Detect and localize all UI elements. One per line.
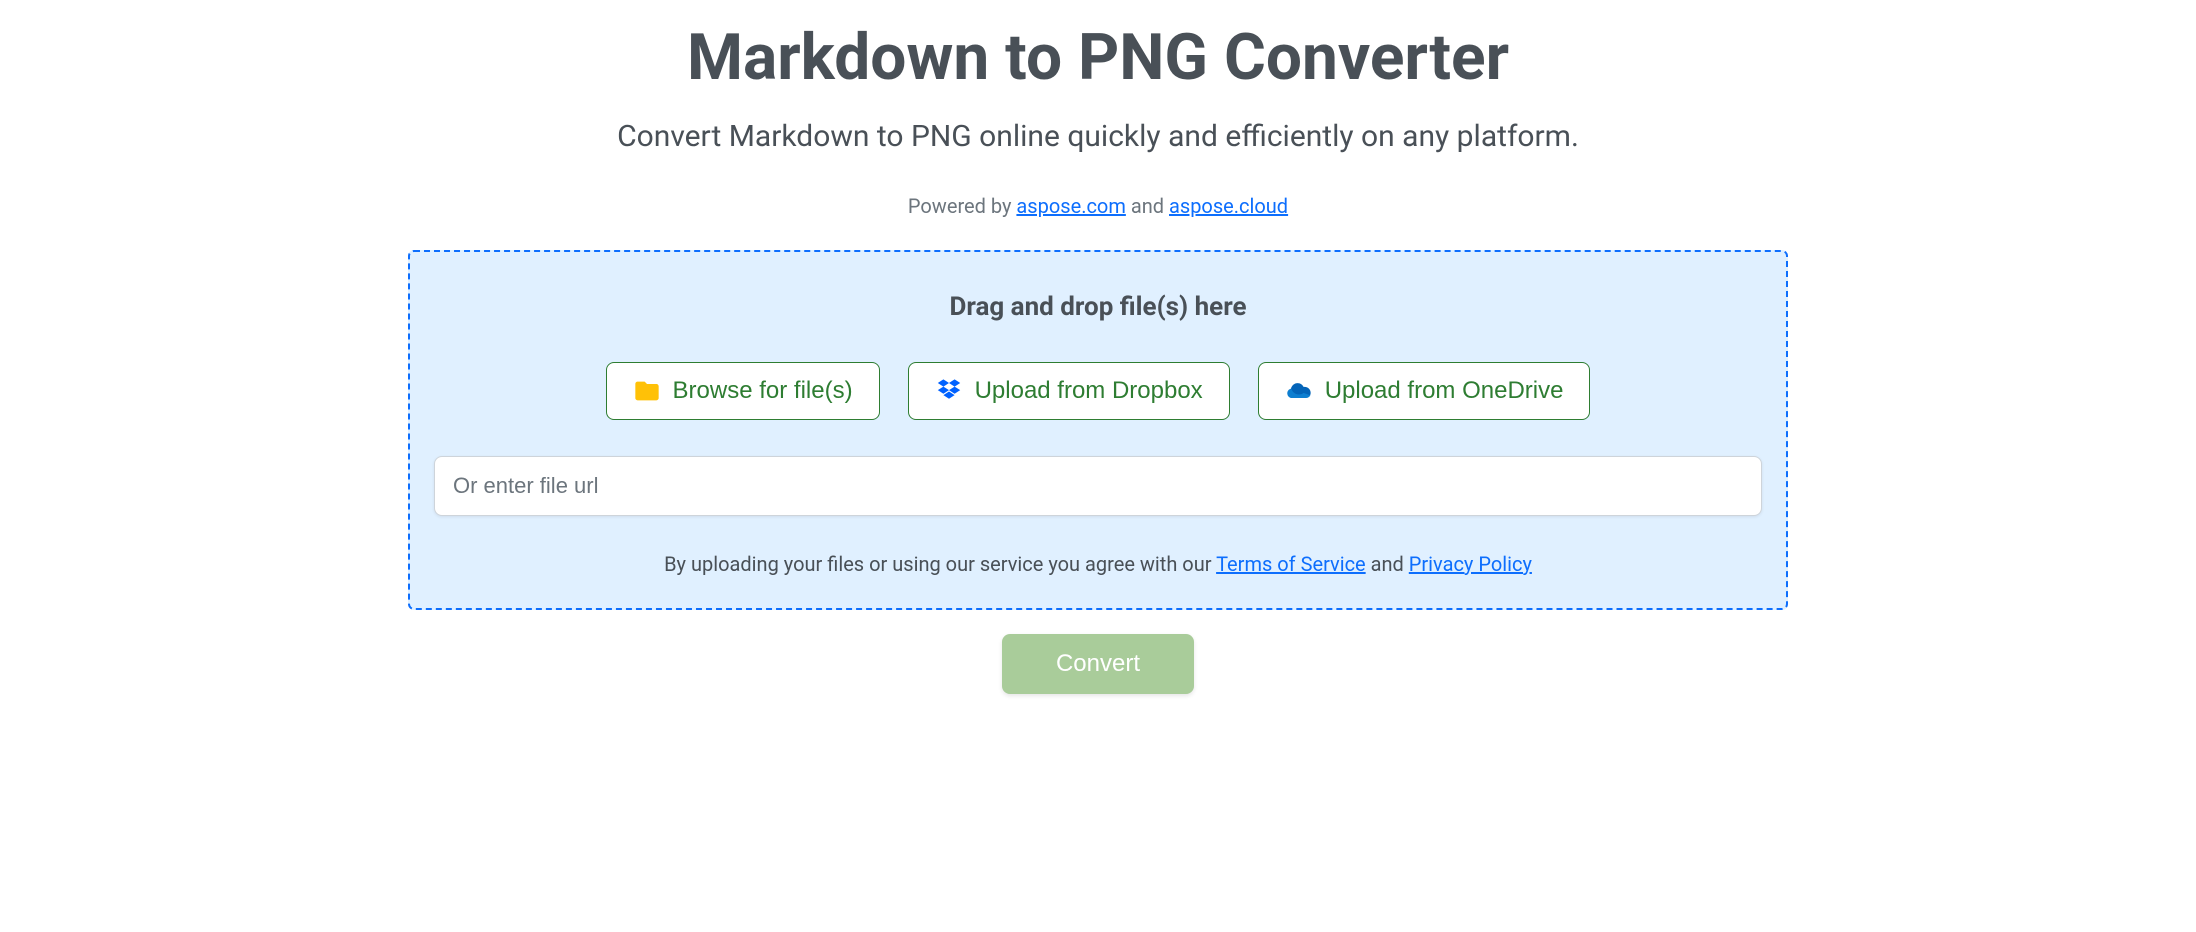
privacy-policy-link[interactable]: Privacy Policy [1409,552,1532,576]
browse-files-button[interactable]: Browse for file(s) [606,362,880,420]
powered-and: and [1126,194,1169,218]
file-url-input[interactable] [434,456,1762,516]
dropbox-icon [935,377,963,405]
drag-drop-label: Drag and drop file(s) here [434,292,1762,322]
powered-prefix: Powered by [908,194,1017,218]
powered-by: Powered by aspose.com and aspose.cloud [408,194,1788,218]
upload-onedrive-button[interactable]: Upload from OneDrive [1258,362,1591,420]
upload-dropbox-label: Upload from Dropbox [975,377,1203,405]
dropzone[interactable]: Drag and drop file(s) here Browse for fi… [408,250,1788,610]
main-container: Markdown to PNG Converter Convert Markdo… [348,20,1848,694]
upload-onedrive-label: Upload from OneDrive [1325,377,1564,405]
terms-of-service-link[interactable]: Terms of Service [1216,552,1366,576]
page-subtitle: Convert Markdown to PNG online quickly a… [408,119,1788,154]
agreement-prefix: By uploading your files or using our ser… [664,552,1216,576]
agreement-text: By uploading your files or using our ser… [434,552,1762,576]
aspose-cloud-link[interactable]: aspose.cloud [1169,194,1288,218]
browse-files-label: Browse for file(s) [673,377,853,405]
upload-dropbox-button[interactable]: Upload from Dropbox [908,362,1230,420]
aspose-com-link[interactable]: aspose.com [1016,194,1125,218]
convert-button[interactable]: Convert [1002,634,1194,694]
folder-icon [633,377,661,405]
agreement-and: and [1366,552,1409,576]
upload-buttons-row: Browse for file(s) Upload from Dropbox [434,362,1762,420]
page-title: Markdown to PNG Converter [408,20,1788,95]
onedrive-icon [1285,377,1313,405]
